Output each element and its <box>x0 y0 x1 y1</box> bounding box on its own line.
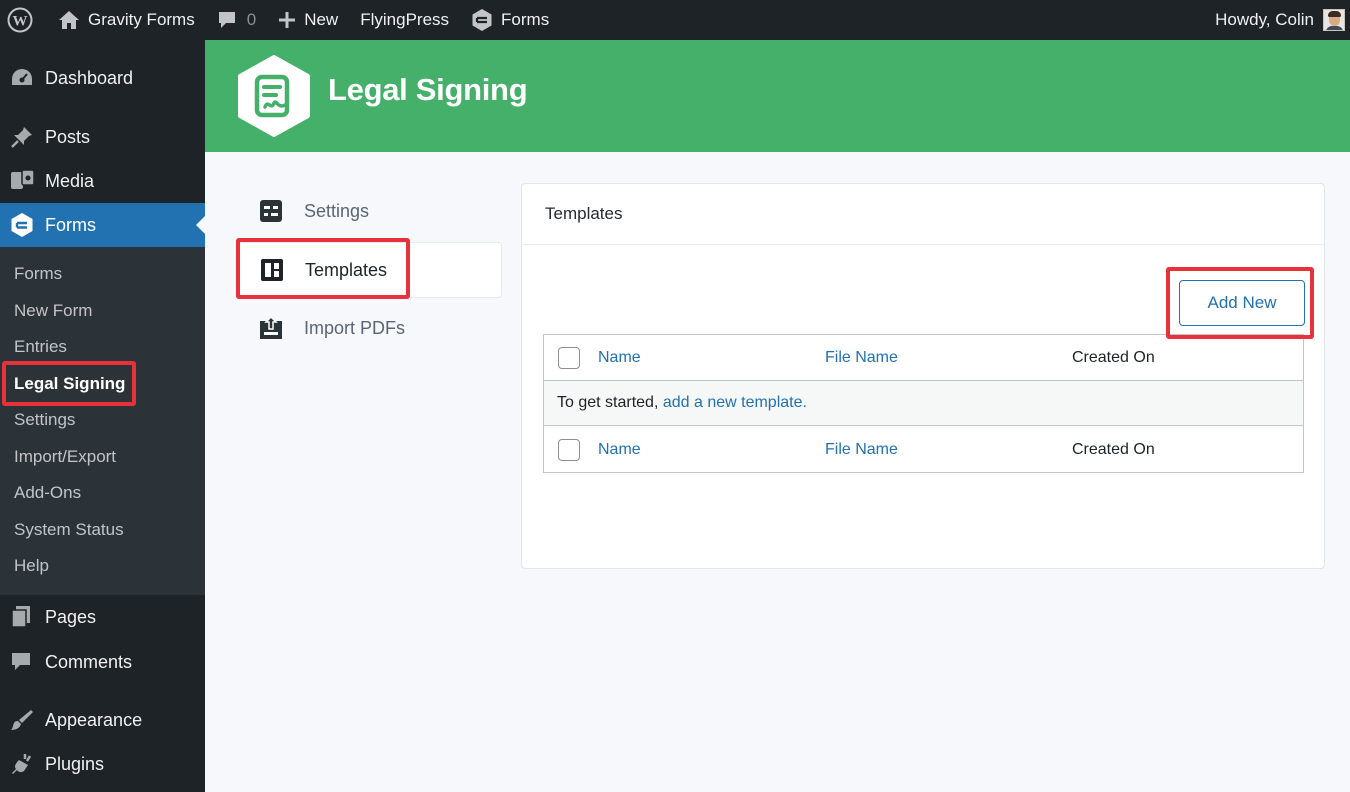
menu-comments-label: Comments <box>45 651 133 672</box>
menu-pages-label: Pages <box>45 606 97 627</box>
panel-title: Templates <box>522 184 1324 245</box>
table-footer-row: Name File Name Created On <box>544 427 1303 473</box>
howdy-label: Howdy, Colin <box>1215 10 1314 29</box>
column-created-on: Created On <box>1072 349 1155 366</box>
avatar <box>1323 9 1345 31</box>
submenu-settings[interactable]: Settings <box>14 402 75 438</box>
submenu-add-ons[interactable]: Add-Ons <box>14 475 81 511</box>
gravity-forms-menu-icon <box>0 212 45 238</box>
menu-comments[interactable]: Comments <box>0 640 205 684</box>
nav-import-pdfs[interactable]: Import PDFs <box>238 300 502 356</box>
column-file-name-sort[interactable]: File Name <box>825 349 898 367</box>
menu-plugins-label: Plugins <box>45 753 105 774</box>
svg-text:W: W <box>13 14 28 30</box>
submenu-forms[interactable]: Forms <box>14 256 62 292</box>
forms-adminbar-label: Forms <box>501 10 550 29</box>
table-header-row: Name File Name Created On <box>544 335 1303 381</box>
column-name-sort-footer[interactable]: Name <box>598 441 641 459</box>
empty-state-message: To get started, add a new template. <box>557 394 807 412</box>
submenu-new-form[interactable]: New Form <box>14 293 92 329</box>
upload-icon <box>238 316 304 340</box>
new-label: New <box>304 10 339 29</box>
menu-appearance[interactable]: Appearance <box>0 698 205 742</box>
plug-icon <box>0 752 45 776</box>
menu-appearance-label: Appearance <box>45 709 143 730</box>
submenu-help[interactable]: Help <box>14 548 49 584</box>
column-file-name-sort-footer[interactable]: File Name <box>825 441 898 459</box>
submenu-import-export[interactable]: Import/Export <box>14 439 116 475</box>
column-created-on-footer: Created On <box>1072 441 1155 458</box>
page-title: Legal Signing <box>328 72 528 107</box>
admin-sidebar: Dashboard Posts Media Forms Forms New Fo… <box>0 40 205 792</box>
wordpress-logo-button[interactable]: W <box>0 0 47 40</box>
select-all-checkbox[interactable] <box>558 347 580 369</box>
forms-submenu: Forms New Form Entries Legal Signing Set… <box>0 247 205 595</box>
pages-icon <box>0 605 45 629</box>
comments-icon <box>0 651 45 673</box>
menu-posts-label: Posts <box>45 126 91 147</box>
menu-forms-label: Forms <box>45 214 96 235</box>
menu-media[interactable]: Media <box>0 159 205 203</box>
wordpress-icon: W <box>7 7 33 33</box>
legal-signing-logo-icon <box>238 55 310 137</box>
menu-posts[interactable]: Posts <box>0 115 205 159</box>
forms-adminbar-link[interactable]: Forms <box>460 0 560 40</box>
site-name-label: Gravity Forms <box>88 10 195 29</box>
empty-state-row: To get started, add a new template. <box>544 380 1303 426</box>
highlight-add-new-button <box>1166 267 1314 339</box>
submenu-system-status[interactable]: System Status <box>14 512 124 548</box>
column-name-sort[interactable]: Name <box>598 349 641 367</box>
comments-link[interactable]: 0 <box>206 0 267 40</box>
dashboard-gauge-icon <box>0 67 45 89</box>
templates-table: Name File Name Created On To get started… <box>543 334 1304 473</box>
new-content-link[interactable]: New <box>267 0 349 40</box>
menu-forms[interactable]: Forms <box>0 203 205 247</box>
add-new-template-link[interactable]: add a new template. <box>663 394 807 411</box>
gravity-forms-icon <box>472 9 492 31</box>
submenu-entries[interactable]: Entries <box>14 329 67 365</box>
comment-bubble-icon <box>218 12 235 28</box>
nav-settings[interactable]: Settings <box>238 183 502 239</box>
plugin-header: Legal Signing <box>205 40 1350 152</box>
settings-sliders-icon <box>238 199 304 223</box>
templates-panel: Templates Add New Name File Name Created… <box>521 183 1325 569</box>
plus-icon <box>279 12 296 28</box>
nav-settings-label: Settings <box>304 200 370 221</box>
pushpin-icon <box>0 125 45 149</box>
nav-import-pdfs-label: Import PDFs <box>304 317 406 338</box>
menu-pages[interactable]: Pages <box>0 595 205 639</box>
menu-dashboard[interactable]: Dashboard <box>0 56 205 100</box>
home-icon <box>59 11 79 29</box>
flyingpress-label: FlyingPress <box>360 10 450 29</box>
site-name-link[interactable]: Gravity Forms <box>47 0 206 40</box>
highlight-templates-nav <box>236 238 410 299</box>
comments-count: 0 <box>246 10 257 29</box>
account-menu[interactable]: Howdy, Colin <box>1204 0 1350 40</box>
admin-bar: W Gravity Forms 0 New FlyingPress Forms … <box>0 0 1350 40</box>
flyingpress-link[interactable]: FlyingPress <box>349 0 460 40</box>
menu-dashboard-label: Dashboard <box>45 67 134 88</box>
select-all-checkbox-footer[interactable] <box>558 439 580 461</box>
empty-state-text: To get started, <box>557 394 663 411</box>
highlight-legal-signing-submenu <box>2 361 136 406</box>
paintbrush-icon <box>0 708 45 732</box>
menu-media-label: Media <box>45 170 95 191</box>
menu-plugins[interactable]: Plugins <box>0 742 205 786</box>
media-icon <box>0 169 45 193</box>
